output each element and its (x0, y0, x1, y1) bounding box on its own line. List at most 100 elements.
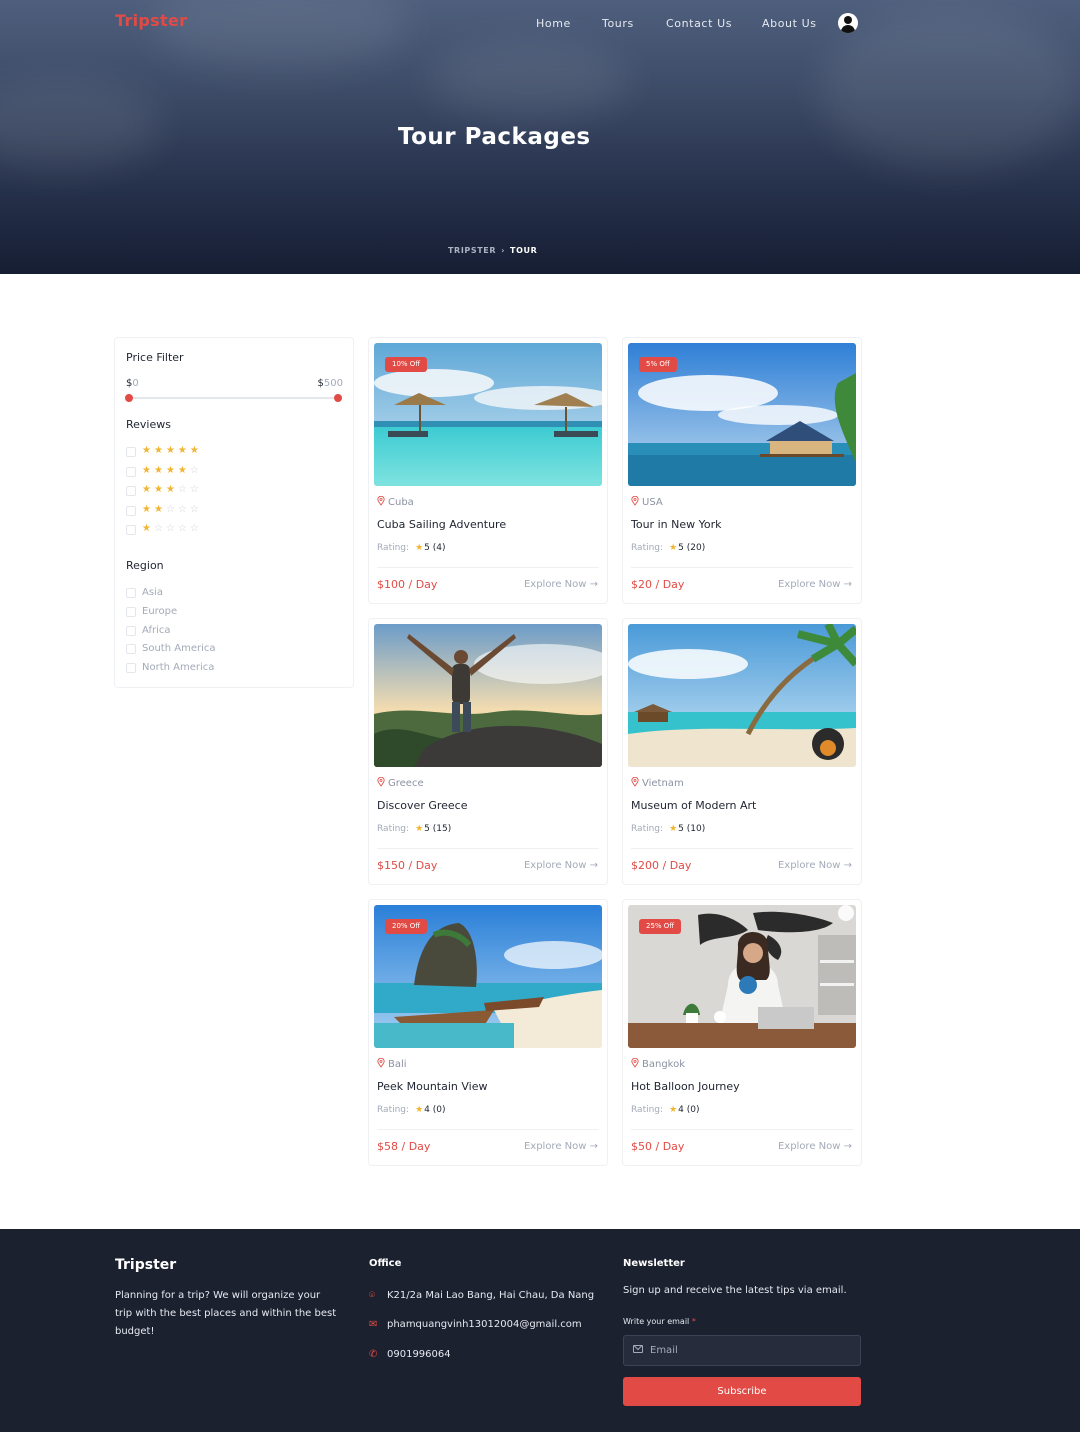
hero-cloud (0, 80, 160, 170)
user-avatar-icon[interactable] (838, 13, 858, 33)
star-icon: ★ (142, 503, 154, 515)
breadcrumb-home[interactable]: TRIPSTER (448, 246, 496, 255)
star-icon: ★ (153, 445, 166, 456)
tour-price: $50 / Day (631, 1140, 685, 1153)
tour-rating: 5 (20) (678, 543, 706, 553)
tour-price: $150 / Day (377, 859, 438, 872)
nav-about-us[interactable]: About Us (762, 17, 817, 30)
star-icon: ★ (165, 445, 178, 456)
tour-photo[interactable]: 5% Off (628, 343, 856, 486)
mail-icon (633, 1345, 643, 1353)
star-icon: ★ (165, 484, 178, 496)
tour-location: Cuba (388, 497, 414, 508)
tour-title[interactable]: Hot Balloon Journey (631, 1080, 740, 1093)
footer-brand[interactable]: Tripster (115, 1257, 176, 1273)
review-checkbox[interactable] (126, 447, 136, 457)
price-min-value: 0 (132, 378, 139, 389)
tour-card[interactable]: Vietnam Museum of Modern Art Rating: ★5 (… (622, 618, 862, 885)
tour-photo[interactable] (374, 624, 602, 767)
review-checkbox[interactable] (126, 466, 136, 477)
card-divider (631, 567, 853, 568)
price-slider-min-handle[interactable] (125, 394, 133, 402)
tour-photo[interactable]: 10% Off (374, 343, 602, 486)
discount-badge: 10% Off (385, 357, 428, 372)
office-email: ✉ phamquangvinh13012004@gmail.com (369, 1319, 582, 1330)
tour-title[interactable]: Peek Mountain View (377, 1080, 488, 1093)
star-icon: ☆ (189, 503, 202, 515)
required-mark: * (691, 1317, 696, 1326)
office-address: ⌾ K21/2a Mai Lao Bang, Hai Chau, Da Nang (369, 1290, 594, 1301)
region-checkbox[interactable] (126, 606, 136, 617)
tour-card[interactable]: Greece Discover Greece Rating: ★5 (15) $1… (368, 618, 608, 885)
tour-card[interactable]: 10% Off Cuba Cuba Sailing Adventure Rati… (368, 337, 608, 604)
rating-label: Rating: (631, 824, 664, 834)
region-label: Africa (142, 624, 171, 636)
explore-now-link[interactable]: Explore Now → (778, 1141, 852, 1152)
hero-cloud (150, 0, 410, 70)
email-field-label: Write your email * (623, 1317, 696, 1326)
office-heading: Office (369, 1258, 402, 1269)
star-icon: ☆ (189, 484, 202, 496)
tour-photo[interactable] (628, 624, 856, 767)
explore-now-link[interactable]: Explore Now → (778, 860, 852, 871)
star-rating-icons: ★☆☆☆☆ (142, 523, 202, 534)
email-text[interactable]: phamquangvinh13012004@gmail.com (387, 1319, 582, 1330)
star-icon: ★ (142, 484, 154, 496)
address-text: K21/2a Mai Lao Bang, Hai Chau, Da Nang (387, 1290, 595, 1301)
nav-home[interactable]: Home (536, 17, 571, 30)
newsletter-text: Sign up and receive the latest tips via … (623, 1285, 847, 1296)
tour-location: Vietnam (642, 778, 684, 789)
tour-card[interactable]: 20% Off Bali Peek Mountain View Rating: ★… (368, 899, 608, 1166)
discount-badge: 25% Off (639, 919, 682, 934)
region-label: Europe (142, 605, 178, 617)
tour-title[interactable]: Cuba Sailing Adventure (377, 518, 506, 531)
rating-label: Rating: (377, 824, 410, 834)
tour-photo[interactable]: 25% Off (628, 905, 856, 1048)
brand-logo[interactable]: Tripster (115, 11, 187, 30)
tour-title[interactable]: Discover Greece (377, 799, 468, 812)
tour-photo[interactable]: 20% Off (374, 905, 602, 1048)
tour-title[interactable]: Museum of Modern Art (631, 799, 756, 812)
card-divider (377, 567, 599, 568)
tour-card[interactable]: 25% Off Bangkok Hot Balloon Journey Rati… (622, 899, 862, 1166)
newsletter-email-input[interactable] (650, 1336, 855, 1365)
review-checkbox[interactable] (126, 505, 136, 516)
tour-rating: 4 (0) (678, 1105, 700, 1115)
star-icon: ☆ (177, 523, 190, 535)
explore-now-link[interactable]: Explore Now → (524, 1141, 598, 1152)
subscribe-button[interactable]: Subscribe (623, 1377, 861, 1406)
price-filter-heading: Price Filter (126, 351, 184, 364)
star-rating-icons: ★★★☆☆ (142, 484, 202, 495)
review-checkbox[interactable] (126, 486, 136, 497)
region-checkbox[interactable] (126, 663, 136, 674)
region-checkbox[interactable] (126, 644, 136, 655)
price-slider-max-handle[interactable] (334, 394, 342, 402)
newsletter-heading: Newsletter (623, 1258, 685, 1269)
map-pin-icon (631, 1058, 639, 1068)
tour-title[interactable]: Tour in New York (631, 518, 721, 531)
star-icon: ★ (153, 464, 166, 476)
newsletter-email-field[interactable] (623, 1335, 861, 1366)
explore-now-link[interactable]: Explore Now → (524, 579, 598, 590)
nav-tours[interactable]: Tours (602, 17, 634, 30)
tour-location: USA (642, 497, 663, 508)
star-icon: ☆ (153, 523, 166, 535)
map-pin-icon: ⌾ (369, 1290, 375, 1301)
price-slider-track[interactable] (129, 397, 338, 399)
explore-now-link[interactable]: Explore Now → (524, 860, 598, 871)
region-checkbox[interactable] (126, 625, 136, 636)
region-checkbox[interactable] (126, 588, 136, 598)
region-label: Asia (142, 587, 163, 598)
discount-badge: 5% Off (639, 357, 677, 372)
explore-now-link[interactable]: Explore Now → (778, 579, 852, 590)
tour-card[interactable]: 5% Off USA Tour in New York Rating: ★5 (2… (622, 337, 862, 604)
phone-text[interactable]: 0901996064 (387, 1349, 451, 1360)
nav-contact-us[interactable]: Contact Us (666, 17, 732, 30)
review-checkbox[interactable] (126, 525, 136, 536)
card-divider (377, 848, 599, 849)
star-icon: ★ (415, 543, 424, 553)
star-icon: ★ (142, 464, 154, 476)
star-icon: ☆ (165, 503, 178, 515)
star-icon: ★ (669, 824, 678, 834)
hero-banner: Tripster Home Tours Contact Us About Us … (0, 0, 1080, 274)
